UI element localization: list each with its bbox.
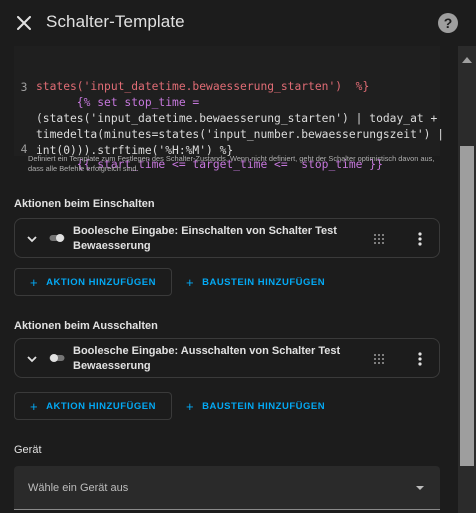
drag-handle-icon[interactable] [373, 233, 385, 245]
turn-on-add-action-button[interactable]: + AKTION HINZUFÜGEN [14, 268, 172, 296]
plus-icon: + [186, 398, 195, 414]
drag-handle-icon[interactable] [373, 353, 385, 365]
scrollbar-thumb[interactable] [460, 146, 474, 466]
plus-icon: + [186, 274, 195, 290]
close-button[interactable] [12, 11, 36, 35]
turn-on-section-label: Aktionen beim Einschalten [14, 198, 155, 210]
dialog-title: Schalter-Template [46, 12, 185, 31]
plus-icon: + [30, 398, 39, 414]
help-icon: ? [443, 15, 453, 31]
template-code-editor[interactable]: states('input_datetime.bewaesserung_star… [14, 46, 444, 171]
action-description: Boolesche Eingabe: Einschalten von Schal… [73, 225, 337, 252]
close-icon [17, 16, 31, 30]
chevron-down-icon[interactable] [25, 352, 39, 366]
toggle-icon [49, 234, 65, 242]
help-button[interactable]: ? [438, 13, 458, 33]
turn-off-add-action-button[interactable]: + AKTION HINZUFÜGEN [14, 392, 172, 420]
turn-off-add-block-button[interactable]: + BAUSTEIN HINZUFÜGEN [186, 392, 325, 420]
dialog-content[interactable]: states('input_datetime.bewaesserung_star… [0, 46, 458, 513]
turn-off-action-card[interactable]: Boolesche Eingabe: Ausschalten von Schal… [14, 338, 440, 378]
device-select[interactable]: Wähle ein Gerät aus [14, 466, 440, 510]
plus-icon: + [30, 274, 39, 290]
device-placeholder: Wähle ein Gerät aus [28, 482, 129, 494]
device-label: Gerät [14, 444, 42, 456]
dialog-header: Schalter-Template ? [0, 0, 476, 46]
more-vert-icon[interactable] [413, 231, 427, 247]
turn-off-section-label: Aktionen beim Ausschalten [14, 320, 158, 332]
more-vert-icon[interactable] [413, 351, 427, 367]
turn-on-action-card[interactable]: Boolesche Eingabe: Einschalten von Schal… [14, 218, 440, 258]
dropdown-arrow-icon [416, 486, 424, 490]
toggle-icon [49, 354, 65, 362]
chevron-down-icon[interactable] [25, 232, 39, 246]
action-description: Boolesche Eingabe: Ausschalten von Schal… [73, 345, 341, 372]
turn-on-add-block-button[interactable]: + BAUSTEIN HINZUFÜGEN [186, 268, 325, 296]
scroll-up-icon[interactable] [462, 57, 472, 63]
helper-text: Definiert ein Template zum Festlegen des… [28, 154, 435, 173]
